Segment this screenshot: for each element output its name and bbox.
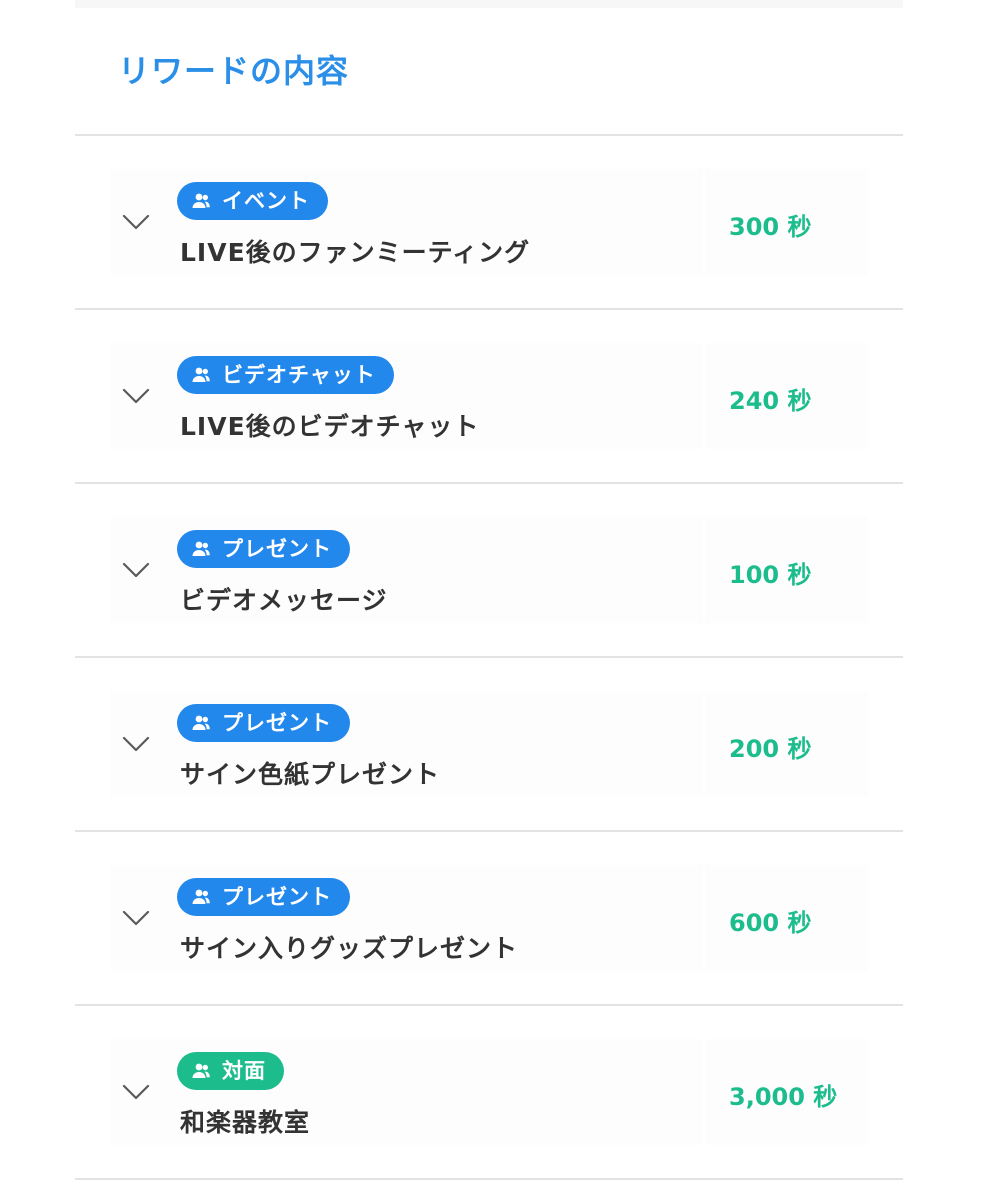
reward-list: イベント LIVE後のファンミーティング 300 秒 ビデオチャット LIVE後… xyxy=(75,134,903,1180)
reward-card[interactable]: プレゼント サイン色紙プレゼント 200 秒 xyxy=(110,691,868,797)
category-label: プレゼント xyxy=(222,711,332,735)
chevron-down-icon[interactable] xyxy=(120,553,152,585)
reward-row[interactable]: プレゼント サイン色紙プレゼント 200 秒 xyxy=(75,658,903,832)
reward-row[interactable]: ビデオチャット LIVE後のビデオチャット 240 秒 xyxy=(75,310,903,484)
reward-card[interactable]: イベント LIVE後のファンミーティング 300 秒 xyxy=(110,169,868,275)
category-label: イベント xyxy=(222,189,310,213)
card-divider xyxy=(703,1039,705,1145)
card-divider xyxy=(703,169,705,275)
reward-name: LIVE後のビデオチャット xyxy=(180,412,480,441)
category-label: ビデオチャット xyxy=(222,363,376,387)
reward-card[interactable]: プレゼント サイン入りグッズプレゼント 600 秒 xyxy=(110,865,868,971)
reward-row[interactable]: プレゼント サイン入りグッズプレゼント 600 秒 xyxy=(75,832,903,1006)
users-icon xyxy=(192,193,210,208)
chevron-down-icon[interactable] xyxy=(120,727,152,759)
category-badge: プレゼント xyxy=(177,704,350,742)
reward-seconds: 200 秒 xyxy=(729,735,812,763)
users-icon xyxy=(192,541,210,556)
reward-name: 和楽器教室 xyxy=(180,1108,311,1137)
category-label: プレゼント xyxy=(222,885,332,909)
users-icon xyxy=(192,715,210,730)
category-label: 対面 xyxy=(222,1059,266,1083)
reward-card[interactable]: 対面 和楽器教室 3,000 秒 xyxy=(110,1039,868,1145)
chevron-down-icon[interactable] xyxy=(120,1075,152,1107)
reward-seconds: 100 秒 xyxy=(729,561,812,589)
top-panel-edge xyxy=(75,0,903,8)
reward-seconds: 600 秒 xyxy=(729,909,812,937)
reward-row[interactable]: 対面 和楽器教室 3,000 秒 xyxy=(75,1006,903,1180)
chevron-down-icon[interactable] xyxy=(120,379,152,411)
section-title: リワードの内容 xyxy=(118,52,350,90)
reward-card[interactable]: ビデオチャット LIVE後のビデオチャット 240 秒 xyxy=(110,343,868,449)
category-badge: プレゼント xyxy=(177,878,350,916)
card-divider xyxy=(703,517,705,623)
users-icon xyxy=(192,1063,210,1078)
reward-row[interactable]: イベント LIVE後のファンミーティング 300 秒 xyxy=(75,136,903,310)
category-badge: イベント xyxy=(177,182,328,220)
chevron-down-icon[interactable] xyxy=(120,901,152,933)
card-divider xyxy=(703,691,705,797)
reward-seconds: 300 秒 xyxy=(729,213,812,241)
reward-card[interactable]: プレゼント ビデオメッセージ 100 秒 xyxy=(110,517,868,623)
category-badge: ビデオチャット xyxy=(177,356,394,394)
category-badge: プレゼント xyxy=(177,530,350,568)
reward-seconds: 3,000 秒 xyxy=(729,1083,838,1111)
users-icon xyxy=(192,367,210,382)
card-divider xyxy=(703,343,705,449)
reward-row[interactable]: プレゼント ビデオメッセージ 100 秒 xyxy=(75,484,903,658)
category-badge: 対面 xyxy=(177,1052,284,1090)
card-divider xyxy=(703,865,705,971)
reward-name: サイン入りグッズプレゼント xyxy=(180,934,519,963)
reward-seconds: 240 秒 xyxy=(729,387,812,415)
chevron-down-icon[interactable] xyxy=(120,205,152,237)
reward-name: ビデオメッセージ xyxy=(180,586,388,615)
category-label: プレゼント xyxy=(222,537,332,561)
users-icon xyxy=(192,889,210,904)
reward-name: LIVE後のファンミーティング xyxy=(180,238,531,267)
reward-name: サイン色紙プレゼント xyxy=(180,760,441,789)
